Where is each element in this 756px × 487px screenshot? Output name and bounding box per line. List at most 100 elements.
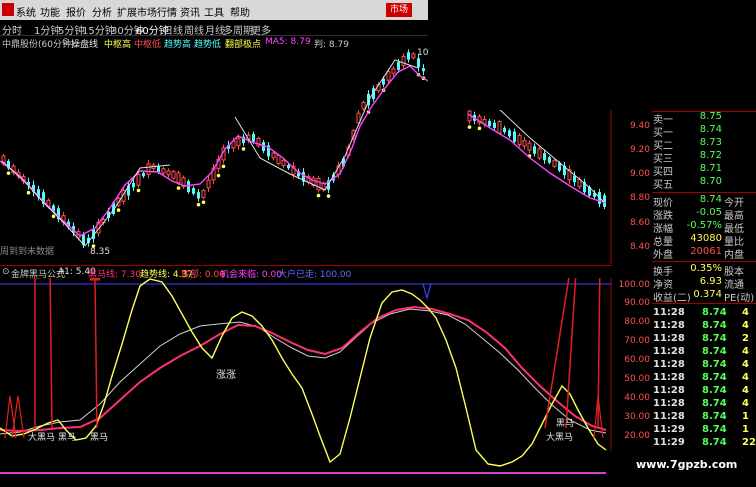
period-15min[interactable]: 15分钟: [82, 22, 115, 37]
indicator-tick: 100.00: [618, 280, 651, 290]
menu-item-extended-market[interactable]: 扩展市场行情: [117, 4, 177, 19]
order-book-value: 8.72: [699, 150, 722, 161]
candle-body: [187, 181, 190, 193]
signal-dot: [6, 171, 11, 175]
black-horse-line: [0, 305, 607, 433]
menu-item-tools[interactable]: 工具: [204, 4, 224, 19]
trade-time: 11:28: [653, 385, 685, 396]
period-daily[interactable]: 日线: [163, 22, 183, 37]
candle-body: [508, 130, 511, 137]
trade-volume: 4: [742, 385, 749, 396]
trade-volume: 4: [742, 307, 749, 318]
order-book-value: 8.73: [699, 137, 722, 148]
indicator-tick: 20.00: [624, 431, 650, 441]
indicator-toggle-icon[interactable]: ⊙: [2, 267, 10, 277]
signal-dot: [51, 214, 56, 219]
indicator-header: ⊙ 金牌黑马公式 A1: 5.40 黑马线: 7.30 趋势线: 4.37 底部…: [0, 265, 612, 280]
candle-body: [206, 179, 211, 189]
period-bar: 分时 1分钟 5分钟 15分钟 30分钟 60分钟 日线 周线 月线 多周期 更…: [0, 20, 428, 37]
trade-volume: 4: [742, 398, 749, 409]
candle-body: [386, 71, 391, 81]
candle-body: [287, 165, 290, 169]
candle-body: [176, 172, 181, 184]
candle-body: [493, 122, 496, 129]
trade-volume: 1: [742, 411, 749, 422]
candle-body: [533, 146, 536, 154]
signal-dot: [196, 202, 201, 207]
candle-body: [142, 172, 145, 177]
price-tick: 9.40: [629, 121, 650, 131]
candle-body: [488, 120, 491, 127]
period-weekly[interactable]: 周线: [184, 22, 204, 37]
menu-item-news[interactable]: 资讯: [180, 4, 200, 19]
trade-price: 8.74: [702, 307, 727, 318]
price-tick: 8.80: [629, 193, 650, 203]
period-multi[interactable]: 多周期: [223, 22, 253, 37]
period-timeshare[interactable]: 分时: [2, 22, 22, 37]
signal-dot: [136, 188, 141, 193]
trade-volume: 22: [742, 437, 756, 448]
trade-price: 8.74: [702, 385, 727, 396]
watermark-box: www.7gpzb.com: [606, 451, 756, 487]
price-tick: 9.20: [629, 145, 650, 155]
menu-item-help[interactable]: 帮助: [230, 4, 250, 19]
signal-dot: [316, 193, 321, 198]
trade-time: 11:28: [653, 411, 685, 422]
menu-item-analysis[interactable]: 分析: [92, 4, 112, 19]
black-horse-label: 黑马: [58, 432, 76, 443]
period-1min[interactable]: 1分钟: [34, 22, 60, 37]
order-book-value: 8.70: [699, 176, 722, 187]
candle-body: [548, 157, 551, 163]
menu-item-function[interactable]: 功能: [40, 4, 60, 19]
candle-body: [271, 152, 276, 159]
blue-spike: [422, 283, 432, 301]
indicator-tick: 50.00: [624, 374, 650, 384]
trade-price: 8.74: [702, 437, 727, 448]
indicator-chart[interactable]: 涨涨 大黑马 黑马 黑马 大黑马 黑马: [0, 278, 612, 487]
order-book-value: 8.75: [699, 111, 722, 122]
trade-time: 11:28: [653, 307, 685, 318]
indicator-mid-label: 涨涨: [216, 369, 236, 381]
black-horse-label: 黑马: [90, 432, 108, 443]
candle-body: [397, 62, 400, 70]
order-book-value: 8.74: [699, 124, 722, 135]
trade-price: 8.74: [702, 398, 727, 409]
period-more[interactable]: 更多: [251, 22, 271, 37]
candle-body: [503, 127, 506, 133]
trade-time: 11:29: [653, 437, 685, 448]
period-monthly[interactable]: 月线: [205, 22, 225, 37]
trade-price: 8.74: [702, 346, 727, 357]
stat-value: 6.93: [699, 276, 722, 287]
candle-body: [411, 53, 416, 59]
main-toggle-icon[interactable]: ⊙: [62, 37, 70, 47]
candle-body: [513, 131, 516, 142]
signal-dot: [176, 186, 181, 190]
candle-body: [552, 159, 557, 167]
trade-volume: 4: [742, 346, 749, 357]
menu-item-system[interactable]: 系统: [16, 4, 36, 19]
trade-price: 8.74: [702, 411, 727, 422]
low-marker-label: 8.35: [90, 247, 110, 257]
candle-body: [201, 190, 206, 198]
signal-dot: [201, 200, 206, 205]
candle-body: [146, 163, 151, 175]
stat-value: 0.374: [693, 289, 722, 300]
trade-volume: 4: [742, 359, 749, 370]
signal-dot: [477, 126, 482, 131]
trend-line-white-3: [234, 59, 419, 191]
trade-price: 8.74: [702, 359, 727, 370]
trade-price: 8.74: [702, 333, 727, 344]
black-horse-label: 大黑马: [546, 431, 573, 443]
price-chart[interactable]: 8.35 10 周到到末数据: [0, 48, 612, 264]
indicator-tick: 90.00: [624, 298, 650, 308]
candle-body: [166, 170, 171, 176]
candle-body: [422, 68, 425, 72]
candle-body: [537, 148, 542, 159]
candle-body: [192, 188, 195, 194]
period-5min[interactable]: 5分钟: [58, 22, 84, 37]
quote-value: 43080: [690, 233, 722, 244]
menu-item-quote[interactable]: 报价: [66, 4, 86, 19]
market-tab[interactable]: 市场: [386, 3, 412, 17]
candle-body: [236, 138, 241, 147]
candle-body: [517, 134, 522, 146]
